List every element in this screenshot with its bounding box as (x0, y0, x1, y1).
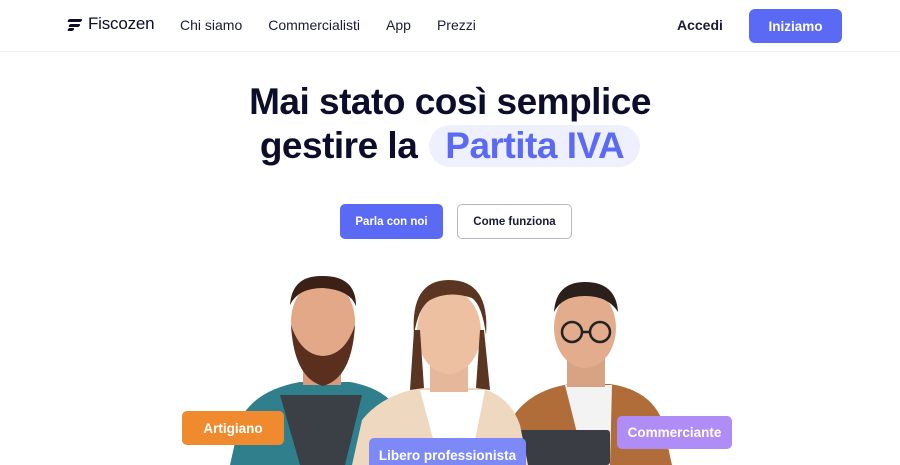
nav-item-chi-siamo[interactable]: Chi siamo (180, 17, 242, 33)
how-it-works-button[interactable]: Come funziona (457, 204, 572, 239)
login-link[interactable]: Accedi (677, 17, 723, 33)
nav-item-app[interactable]: App (386, 17, 411, 33)
logo[interactable]: Fiscozen (67, 14, 155, 34)
tag-freelancer: Libero professionista (369, 438, 526, 465)
logo-text: Fiscozen (88, 14, 155, 33)
hero-title-prefix: gestire la (259, 125, 418, 166)
tag-artisan: Artigiano (182, 411, 284, 445)
nav-item-prezzi[interactable]: Prezzi (437, 17, 476, 33)
people-illustration: Artigiano Libero professionista Commerci… (0, 260, 900, 465)
people-image (230, 275, 672, 465)
logo-icon (67, 16, 84, 32)
hero-title-line1: Mai stato così semplice (249, 81, 651, 122)
hero-title-line2: gestire la Partita IVA (259, 124, 641, 168)
start-button[interactable]: Iniziamo (749, 9, 842, 43)
hero-title-highlight: Partita IVA (429, 125, 641, 167)
main-nav: Chi siamo Commercialisti App Prezzi (180, 17, 502, 33)
nav-item-commercialisti[interactable]: Commercialisti (268, 17, 360, 33)
top-header: Fiscozen Chi siamo Commercialisti App Pr… (0, 0, 900, 52)
hero-title: Mai stato così semplice gestire la Parti… (0, 80, 900, 168)
talk-to-us-button[interactable]: Parla con noi (340, 204, 443, 239)
tag-merchant: Commerciante (617, 416, 732, 449)
